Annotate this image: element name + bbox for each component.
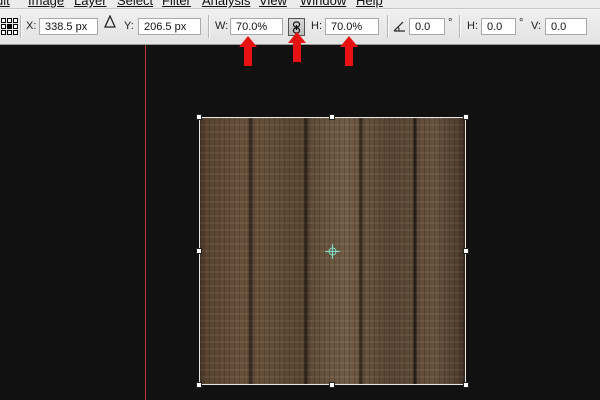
menu-image[interactable]: Image xyxy=(28,0,64,8)
width-field[interactable]: 70.0% xyxy=(230,18,283,35)
vertical-skew-label: V: xyxy=(531,20,541,32)
transform-handle-top-right[interactable] xyxy=(463,114,469,120)
menu-view[interactable]: View xyxy=(259,0,287,8)
rotate-angle-field[interactable]: 0.0 xyxy=(409,18,445,35)
menu-window[interactable]: Window xyxy=(300,0,346,8)
arrow-up-icon xyxy=(340,36,358,71)
reference-point-icon[interactable] xyxy=(1,18,18,35)
vertical-skew-field[interactable]: 0.0 xyxy=(545,18,587,35)
arrow-up-icon xyxy=(239,36,257,71)
rotate-angle-icon xyxy=(393,19,406,37)
rotate-degree-unit: ° xyxy=(448,17,453,29)
menu-layer[interactable]: Layer xyxy=(74,0,107,8)
x-position-field[interactable]: 338.5 px xyxy=(39,18,98,35)
y-label: Y: xyxy=(124,20,134,32)
width-label: W: xyxy=(215,20,229,32)
menu-select[interactable]: Select xyxy=(117,0,153,8)
delta-icon[interactable] xyxy=(103,14,117,34)
vertical-guide[interactable] xyxy=(145,45,146,400)
menu-help[interactable]: Help xyxy=(356,0,383,8)
separator xyxy=(20,15,22,38)
arrow-up-icon xyxy=(288,32,306,67)
y-position-field[interactable]: 206.5 px xyxy=(138,18,201,35)
photoshop-window: dit Image Layer Select Filter Analysis V… xyxy=(0,0,600,400)
horizontal-skew-unit: ° xyxy=(519,17,524,29)
transform-handle-top-left[interactable] xyxy=(196,114,202,120)
height-field[interactable]: 70.0% xyxy=(325,18,379,35)
separator xyxy=(208,15,210,38)
transform-handle-left[interactable] xyxy=(196,248,202,254)
height-label: H: xyxy=(311,20,322,32)
x-label: X: xyxy=(26,20,37,32)
menu-bar: dit Image Layer Select Filter Analysis V… xyxy=(0,0,600,9)
separator xyxy=(459,15,461,38)
transform-handle-bottom-right[interactable] xyxy=(463,382,469,388)
separator xyxy=(387,15,389,38)
transform-handle-top[interactable] xyxy=(329,114,335,120)
transform-handle-bottom[interactable] xyxy=(329,382,335,388)
transform-center-point-icon[interactable] xyxy=(325,244,340,259)
transform-handle-bottom-left[interactable] xyxy=(196,382,202,388)
menu-edit[interactable]: dit xyxy=(0,0,10,8)
horizontal-skew-label: H: xyxy=(467,20,478,32)
horizontal-skew-field[interactable]: 0.0 xyxy=(481,18,516,35)
menu-analysis[interactable]: Analysis xyxy=(202,0,250,8)
menu-filter[interactable]: Filter xyxy=(162,0,191,8)
transform-handle-right[interactable] xyxy=(463,248,469,254)
